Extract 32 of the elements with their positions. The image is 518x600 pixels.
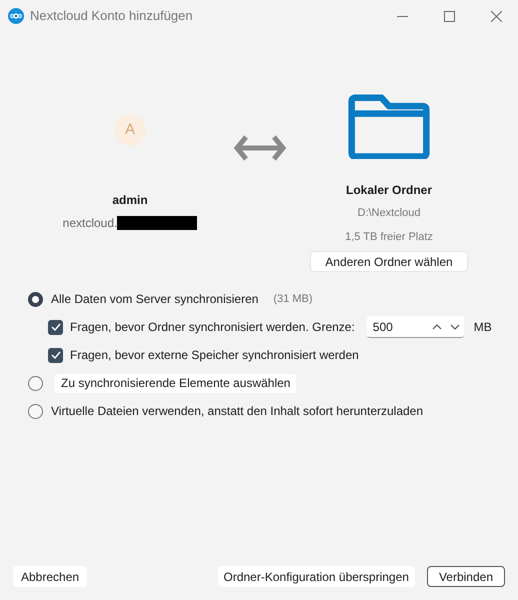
option-label[interactable]: Virtuelle Dateien verwenden, anstatt den Inhalt sofort herunterzuladen: [51, 402, 424, 420]
skip-button[interactable]: Ordner-Konfiguration überspringen: [218, 566, 415, 587]
window-title: Nextcloud Konto hinzufügen: [30, 7, 193, 26]
check-icon: [50, 351, 60, 359]
app-logo-icon: [8, 8, 24, 24]
unit-label: MB: [474, 319, 492, 336]
close-icon[interactable]: [491, 10, 502, 22]
check-icon: [50, 323, 60, 331]
connect-button[interactable]: Verbinden: [426, 566, 505, 587]
select-items-button[interactable]: Zu synchronisierende Elemente auswählen: [55, 374, 296, 392]
server-address: nextcloud.: [62, 215, 118, 232]
spin-arrows-icon[interactable]: [432, 322, 460, 330]
sync-arrows-icon: [234, 134, 286, 162]
option-label[interactable]: Alle Daten vom Server synchronisieren: [51, 290, 258, 308]
checkbox[interactable]: [48, 320, 63, 334]
maximize-icon[interactable]: [444, 10, 455, 22]
checkbox-label[interactable]: Fragen, bevor Ordner synchronisiert werden. Grenze:: [70, 318, 355, 336]
folder-title: Lokaler Ordner: [346, 182, 432, 200]
free-space: 1,5 TB freier Platz: [345, 230, 433, 245]
choose-folder-button[interactable]: Anderen Ordner wählen: [310, 251, 468, 272]
avatar: A: [114, 114, 146, 146]
cancel-button[interactable]: Abbrechen: [13, 566, 88, 587]
radio-button[interactable]: [28, 292, 43, 306]
size-label: (31 MB): [273, 292, 313, 307]
radio-button[interactable]: [28, 404, 43, 418]
radio-button[interactable]: [28, 376, 43, 390]
limit-spinbox[interactable]: 500: [366, 316, 464, 338]
folder-path: D:\Nextcloud: [358, 206, 420, 222]
checkbox-label[interactable]: Fragen, bevor externe Speicher synchronisiert werden: [70, 346, 359, 364]
user-name: admin: [112, 192, 148, 209]
folder-icon: [346, 94, 432, 160]
checkbox[interactable]: [48, 348, 63, 362]
